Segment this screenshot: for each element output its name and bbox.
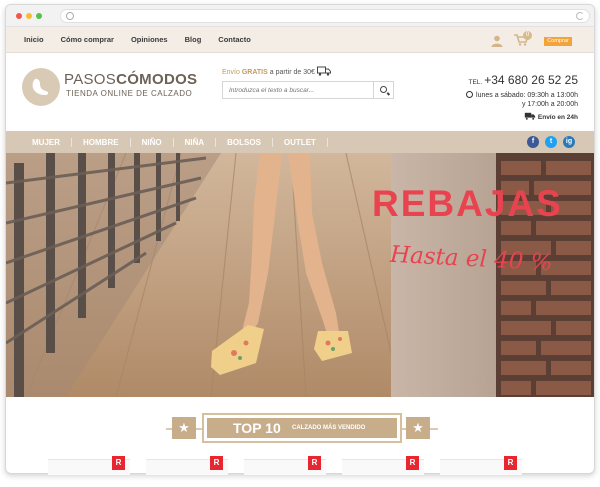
product-card[interactable]: R <box>146 456 228 475</box>
star-icon-left: ★ <box>172 417 196 439</box>
sale-headline: REBAJAS <box>372 183 563 224</box>
cart-count-badge: 0 <box>523 31 532 40</box>
instagram-icon[interactable]: ig <box>563 136 575 148</box>
phone-number[interactable]: TEL. +34 680 26 52 25 <box>469 73 579 87</box>
top10-title: TOP 10 <box>233 420 281 436</box>
nav-link-contacto[interactable]: Contacto <box>218 35 251 44</box>
address-bar[interactable] <box>60 9 590 23</box>
nav-link-opiniones[interactable]: Opiniones <box>131 35 168 44</box>
site-header: PASOSCÓMODOS TIENDA ONLINE DE CALZADO En… <box>6 53 594 131</box>
badge-tag: R <box>210 456 223 470</box>
category-bolsos[interactable]: BOLSOS <box>216 137 273 147</box>
minimize-window-dot[interactable] <box>26 13 32 19</box>
magnifier-icon <box>380 86 387 93</box>
star-icon-right: ★ <box>406 417 430 439</box>
browser-chrome <box>6 5 594 27</box>
badge-tag: R <box>308 456 321 470</box>
category-mujer[interactable]: MUJER <box>22 137 73 147</box>
product-search-input[interactable] <box>222 81 374 99</box>
nav-link-blog[interactable]: Blog <box>185 35 202 44</box>
category-outlet[interactable]: OUTLET <box>273 137 328 147</box>
reload-icon[interactable] <box>576 12 584 20</box>
nav-link-inicio[interactable]: Inicio <box>24 35 44 44</box>
free-shipping-note: Envío GRATIS a partir de 30€ <box>222 69 315 76</box>
maximize-window-dot[interactable] <box>36 13 42 19</box>
top10-section-header: ★ ★ TOP 10 CALZADO MÁS VENDIDO <box>6 397 594 452</box>
opening-hours-line1: lunes a sábado: 09:30h a 13:00h <box>466 91 578 99</box>
brand-name[interactable]: PASOSCÓMODOS <box>64 71 197 88</box>
product-card[interactable]: R <box>440 456 522 475</box>
user-account-icon[interactable] <box>491 35 503 47</box>
comprar-button[interactable]: Comprar <box>544 37 572 46</box>
product-card[interactable]: R <box>244 456 326 475</box>
category-hombre[interactable]: HOMBRE <box>72 137 131 147</box>
nav-link-como-comprar[interactable]: Cómo comprar <box>61 35 114 44</box>
delivery-truck-icon <box>524 112 536 120</box>
opening-hours-line2: y 17:00h a 20:00h <box>521 101 578 108</box>
top10-title-box: TOP 10 CALZADO MÁS VENDIDO <box>202 413 402 443</box>
product-card[interactable]: R <box>48 456 130 475</box>
browser-window: Inicio Cómo comprar Opiniones Blog Conta… <box>5 4 595 474</box>
clock-icon <box>466 91 474 98</box>
search-icon <box>66 12 74 20</box>
shipping-24h-note: Envío en 24h <box>524 112 578 121</box>
category-nina[interactable]: NIÑA <box>174 137 217 147</box>
brand-tagline: TIENDA ONLINE DE CALZADO <box>66 89 193 98</box>
badge-tag: R <box>112 456 125 470</box>
hero-banner[interactable]: REBAJAS Hasta el 40 % <box>6 153 594 397</box>
badge-tag: R <box>406 456 419 470</box>
product-cards-row: R R R R R <box>48 456 548 475</box>
facebook-icon[interactable]: f <box>527 136 539 148</box>
category-navigation: MUJER HOMBRE NIÑO NIÑA BOLSOS OUTLET f t… <box>6 131 594 153</box>
truck-icon <box>317 66 331 76</box>
top-navigation: Inicio Cómo comprar Opiniones Blog Conta… <box>6 27 594 53</box>
foot-logo-icon <box>32 78 49 95</box>
top10-subtitle: CALZADO MÁS VENDIDO <box>292 425 366 431</box>
twitter-icon[interactable]: t <box>545 136 557 148</box>
badge-tag: R <box>504 456 517 470</box>
product-card[interactable]: R <box>342 456 424 475</box>
search-submit-button[interactable] <box>374 81 394 99</box>
close-window-dot[interactable] <box>16 13 22 19</box>
category-nino[interactable]: NIÑO <box>131 137 174 147</box>
